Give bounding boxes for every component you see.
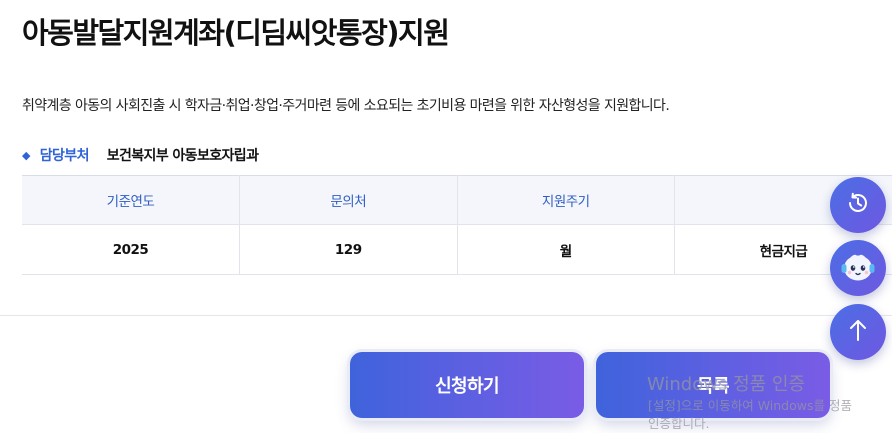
windows-activation-text: [설정]으로 이동하여 Windows를 정품 인증합니다.: [648, 397, 852, 433]
history-button[interactable]: [830, 177, 886, 233]
page-description: 취약계층 아동의 사회진출 시 학자금·취업·창업·주거마련 등에 소요되는 초…: [22, 95, 669, 115]
arrow-up-icon: [843, 315, 873, 349]
table-header-row: 기준연도 문의처 지원주기: [22, 176, 892, 225]
scroll-top-button[interactable]: [830, 304, 886, 360]
section-divider: [0, 315, 892, 316]
department-row: ◆ 담당부처 보건복지부 아동보호자립과: [22, 145, 258, 165]
history-icon: [843, 188, 873, 222]
page-title: 아동발달지원계좌(디딤씨앗통장)지원: [22, 10, 448, 52]
windows-activation-line2: 인증합니다.: [648, 415, 852, 433]
header-year: 기준연도: [22, 176, 240, 225]
chatbot-icon: [837, 245, 879, 291]
windows-activation-title: Windows 정품 인증: [647, 370, 805, 396]
chatbot-button[interactable]: [830, 240, 886, 296]
windows-activation-line1: [설정]으로 이동하여 Windows를 정품: [648, 397, 852, 415]
header-cycle: 지원주기: [457, 176, 675, 225]
info-table: 기준연도 문의처 지원주기 2025 129 월 현금지급: [22, 175, 892, 275]
cell-year: 2025: [22, 225, 240, 275]
cell-contact: 129: [240, 225, 458, 275]
cell-cycle: 월: [457, 225, 675, 275]
header-contact: 문의처: [240, 176, 458, 225]
apply-button[interactable]: 신청하기: [350, 352, 584, 418]
diamond-bullet-icon: ◆: [22, 149, 30, 162]
department-label: 담당부처: [40, 148, 89, 164]
department-value: 보건복지부 아동보호자립과: [107, 148, 259, 164]
table-row: 2025 129 월 현금지급: [22, 225, 892, 275]
